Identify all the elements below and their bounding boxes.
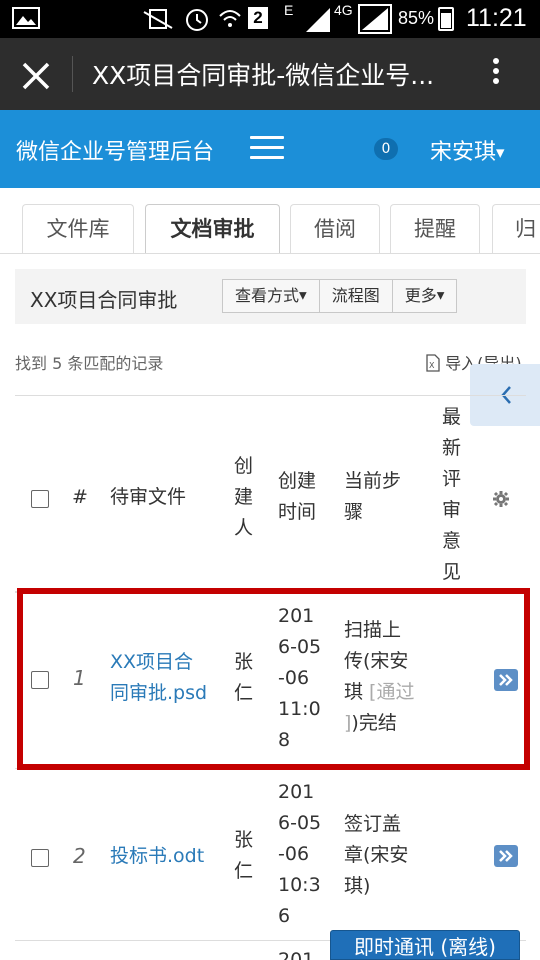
- row-checkbox[interactable]: [31, 849, 49, 867]
- row-detail-button[interactable]: [494, 669, 518, 691]
- vibrate-icon: [143, 9, 173, 29]
- view-mode-button[interactable]: 查看方式▼: [222, 279, 320, 313]
- tab-borrow[interactable]: 借阅: [290, 204, 380, 253]
- excel-file-icon: X: [426, 354, 440, 372]
- close-icon[interactable]: [18, 54, 54, 94]
- menu-icon[interactable]: [250, 136, 284, 162]
- header-current-step: 当前步骤: [344, 470, 402, 523]
- battery-icon: [438, 7, 454, 31]
- row-index: 2: [73, 844, 86, 868]
- select-all-checkbox[interactable]: [31, 490, 49, 508]
- table-header: # 待审文件 创建人 创建 时间 当前步骤 最新评审意见: [15, 395, 526, 593]
- network-label: 4G: [334, 2, 353, 18]
- caret-down-icon: ▼: [299, 290, 307, 302]
- alarm-icon: [186, 9, 208, 31]
- row-current-step: 扫描上 传(宋安 琪 [通过 ])完结: [344, 619, 415, 734]
- panel-header: XX项目合同审批 查看方式▼ 流程图 更多▼: [15, 269, 526, 324]
- wifi-icon: [219, 10, 241, 27]
- row-created-time: 201 6-05 -06 11:0 8: [278, 605, 322, 751]
- tab-reminder[interactable]: 提醒: [390, 204, 480, 253]
- battery-percent: 85%: [398, 8, 435, 28]
- page-title: XX项目合同审批-微信企业号...: [92, 61, 435, 90]
- title-divider: [72, 56, 73, 92]
- brand-title[interactable]: 微信企业号管理后台: [16, 134, 214, 166]
- status-bar: 2 E 4G 85% 11:21: [0, 0, 540, 38]
- user-menu[interactable]: 宋安琪▼: [430, 134, 504, 166]
- tab-doc-approval[interactable]: 文档审批: [145, 204, 280, 253]
- clock: 11:21: [466, 4, 527, 32]
- sim-badge: 2: [248, 7, 268, 29]
- tab-library[interactable]: 文件库: [22, 204, 134, 253]
- table-row[interactable]: 1 XX项目合 同审批.psd 张仁 201 6-05 -06 11:0 8 扫描上 传(…: [15, 593, 526, 769]
- webview-title-bar: XX项目合同审批-微信企业号...: [0, 38, 540, 110]
- notification-badge[interactable]: 0: [374, 138, 398, 160]
- more-button[interactable]: 更多▼: [392, 279, 458, 313]
- row-checkbox[interactable]: [31, 671, 49, 689]
- more-options-icon[interactable]: [486, 54, 506, 94]
- svg-text:X: X: [429, 361, 435, 370]
- flowchart-button[interactable]: 流程图: [319, 279, 393, 313]
- panel-title: XX项目合同审批: [30, 288, 178, 312]
- view-mode-label: 查看方式: [235, 286, 300, 305]
- row-current-step: 签订盖 章(宋安 琪): [344, 813, 409, 897]
- row-index: 1: [73, 666, 86, 690]
- row-detail-button[interactable]: [494, 845, 518, 867]
- row-file-link[interactable]: XX项目合 同审批.psd: [110, 647, 207, 709]
- row-created-time: 201 6-05 -06 10:3 6: [278, 781, 322, 927]
- header-creator: 创建人: [234, 455, 254, 539]
- header-index: #: [72, 486, 88, 508]
- tab-bar: 文件库 文档审批 借阅 提醒 归: [0, 188, 540, 254]
- e-label: E: [284, 2, 294, 18]
- instant-messaging-bar[interactable]: 即时通讯 (离线): [330, 930, 520, 960]
- header-latest-comment: 最新评审意见: [442, 406, 462, 583]
- caret-down-icon: ▼: [436, 290, 445, 302]
- double-chevron-right-icon: [499, 674, 513, 686]
- app-header: 微信企业号管理后台 0 宋安琪▼: [0, 110, 540, 188]
- settings-gear-icon[interactable]: [492, 490, 510, 508]
- header-created-time: 创建 时间: [278, 470, 317, 523]
- row-file-link[interactable]: 投标书.odt: [110, 841, 204, 872]
- row-creator: 张仁: [234, 829, 254, 882]
- signal-4g-icon: [358, 4, 392, 34]
- image-icon: [12, 7, 40, 29]
- records-found: 找到 5 条匹配的记录: [15, 354, 164, 373]
- panel-button-group: 查看方式▼ 流程图 更多▼: [222, 279, 458, 313]
- row-created-time: 201: [278, 949, 315, 960]
- signal-icon: [306, 8, 330, 32]
- row-creator: 张仁: [234, 651, 254, 704]
- double-chevron-right-icon: [499, 850, 513, 862]
- caret-down-icon: ▼: [496, 146, 505, 160]
- table-row[interactable]: 2 投标书.odt 张仁 201 6-05 -06 10:3 6 签订盖 章(宋安 琪): [15, 769, 526, 941]
- tab-archive[interactable]: 归: [492, 204, 540, 253]
- approval-table: # 待审文件 创建人 创建 时间 当前步骤 最新评审意见 1 XX项目合 同审批…: [15, 395, 526, 960]
- header-file: 待审文件: [110, 486, 187, 508]
- more-label: 更多: [404, 286, 437, 305]
- user-name: 宋安琪: [430, 140, 497, 165]
